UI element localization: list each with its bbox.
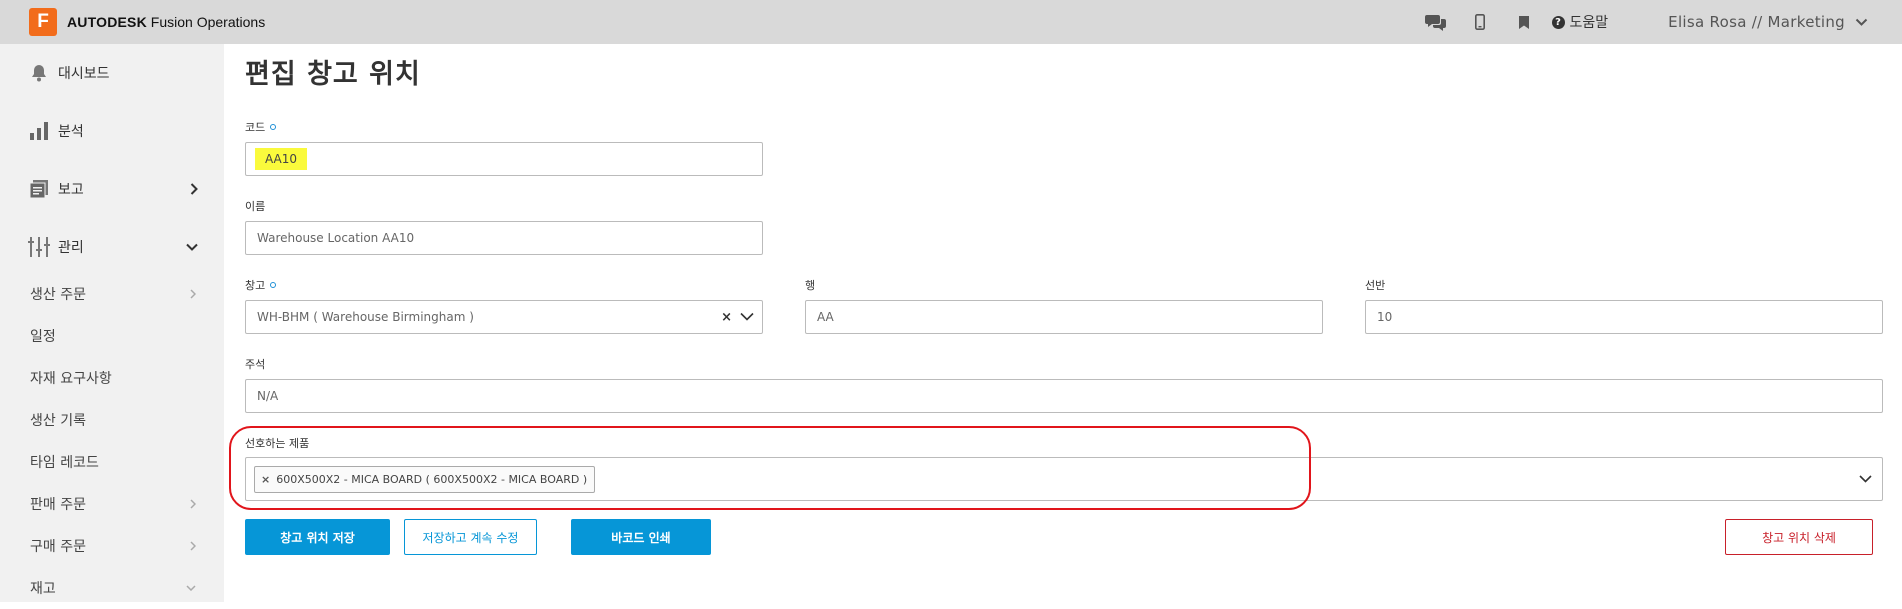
sidebar-item-label: 구매 주문 — [30, 539, 86, 555]
sidebar-item-dashboard[interactable]: 대시보드 — [0, 44, 224, 102]
help-icon: ? — [1551, 15, 1565, 29]
help-link[interactable]: ? 도움말 — [1551, 12, 1609, 32]
name-input[interactable] — [245, 221, 763, 255]
row-label: 행 — [805, 279, 816, 292]
sidebar-item-schedule[interactable]: 일정 — [0, 315, 224, 357]
sidebar-item-label: 관리 — [58, 240, 84, 256]
sidebar-item-label: 보고 — [58, 182, 84, 198]
sidebar-item-analysis[interactable]: 분석 — [0, 102, 224, 160]
chevron-down-icon[interactable] — [740, 312, 754, 321]
page-title: 편집 창고 위치 — [245, 59, 421, 90]
sidebar-item-label: 재고 — [30, 581, 56, 597]
sidebar-item-label: 분석 — [58, 124, 84, 140]
shelf-input[interactable] — [1365, 300, 1883, 334]
clear-icon[interactable]: × — [721, 310, 732, 325]
app-logo[interactable]: F AUTODESK Fusion Operations — [29, 8, 265, 36]
chevron-down-icon[interactable] — [1859, 475, 1872, 483]
code-label-text: 코드 — [245, 121, 266, 134]
chevron-right-icon — [190, 289, 196, 299]
required-indicator-icon — [270, 124, 277, 130]
warehouse-label-text: 창고 — [245, 279, 266, 292]
delete-location-button[interactable]: 창고 위치 삭제 — [1725, 519, 1873, 555]
app-name: AUTODESK Fusion Operations — [67, 14, 265, 30]
sidebar-item-material-requirements[interactable]: 자재 요구사항 — [0, 357, 224, 399]
name-label: 이름 — [245, 200, 266, 213]
sidebar-item-sales-orders[interactable]: 판매 주문 — [0, 483, 224, 525]
warehouse-value: WH-BHM ( Warehouse Birmingham ) — [257, 310, 474, 324]
warehouse-label: 창고 — [245, 277, 277, 293]
sidebar-item-label: 생산 주문 — [30, 287, 86, 303]
bell-icon — [28, 64, 50, 82]
sidebar-item-label: 자재 요구사항 — [30, 371, 112, 387]
sidebar-item-label: 대시보드 — [58, 66, 110, 82]
code-value: AA10 — [255, 148, 308, 170]
mobile-icon[interactable] — [1458, 0, 1502, 44]
warehouse-select[interactable]: WH-BHM ( Warehouse Birmingham ) × — [245, 300, 763, 334]
sidebar-item-time-records[interactable]: 타임 레코드 — [0, 441, 224, 483]
sidebar-item-production-orders[interactable]: 생산 주문 — [0, 273, 224, 315]
sidebar-item-label: 일정 — [30, 329, 56, 345]
fusion-logo-icon: F — [29, 8, 57, 36]
report-icon — [28, 180, 50, 198]
save-and-continue-button[interactable]: 저장하고 계속 수정 — [404, 519, 537, 555]
sliders-icon — [28, 237, 50, 257]
sidebar-item-label: 판매 주문 — [30, 497, 86, 513]
brand-name: AUTODESK — [67, 14, 147, 30]
sidebar-item-production-records[interactable]: 생산 기록 — [0, 399, 224, 441]
print-barcode-button[interactable]: 바코드 인쇄 — [571, 519, 711, 555]
chevron-right-icon — [190, 499, 196, 509]
user-menu[interactable]: Elisa Rosa // Marketing — [1668, 13, 1868, 31]
notes-input[interactable] — [245, 379, 1883, 413]
chevron-down-icon — [186, 585, 196, 591]
top-bar-actions: ? 도움말 Elisa Rosa // Marketing — [1414, 0, 1902, 44]
chevron-down-icon — [186, 243, 198, 251]
sidebar-item-management[interactable]: 관리 — [0, 218, 224, 276]
sidebar-item-label: 타임 레코드 — [30, 455, 99, 471]
product-name: Fusion Operations — [150, 14, 266, 30]
sidebar-item-inventory[interactable]: 재고 — [0, 567, 224, 609]
top-bar: F AUTODESK Fusion Operations ? 도움말 Elisa… — [0, 0, 1902, 44]
shelf-label: 선반 — [1365, 279, 1386, 292]
notes-label: 주석 — [245, 358, 266, 371]
bookmark-icon[interactable] — [1502, 0, 1546, 44]
chat-icon[interactable] — [1414, 0, 1458, 44]
sidebar-item-reports[interactable]: 보고 — [0, 160, 224, 218]
chevron-right-icon — [190, 541, 196, 551]
bar-chart-icon — [28, 122, 50, 140]
chevron-down-icon — [1855, 18, 1868, 26]
sidebar: 대시보드 분석 보고 관리 생산 주문 일정 자재 요구사항 생산 기록 타임 … — [0, 44, 224, 602]
row-input[interactable] — [805, 300, 1323, 334]
sidebar-item-label: 생산 기록 — [30, 413, 86, 429]
code-label: 코드 — [245, 119, 277, 135]
annotation-highlight-ring — [229, 426, 1311, 510]
required-indicator-icon — [270, 282, 277, 288]
user-label: Elisa Rosa // Marketing — [1668, 13, 1845, 31]
help-label: 도움말 — [1569, 15, 1609, 31]
sidebar-item-purchase-orders[interactable]: 구매 주문 — [0, 525, 224, 567]
code-input[interactable]: AA10 — [245, 142, 763, 176]
chevron-right-icon — [190, 183, 198, 195]
save-location-button[interactable]: 창고 위치 저장 — [245, 519, 390, 555]
